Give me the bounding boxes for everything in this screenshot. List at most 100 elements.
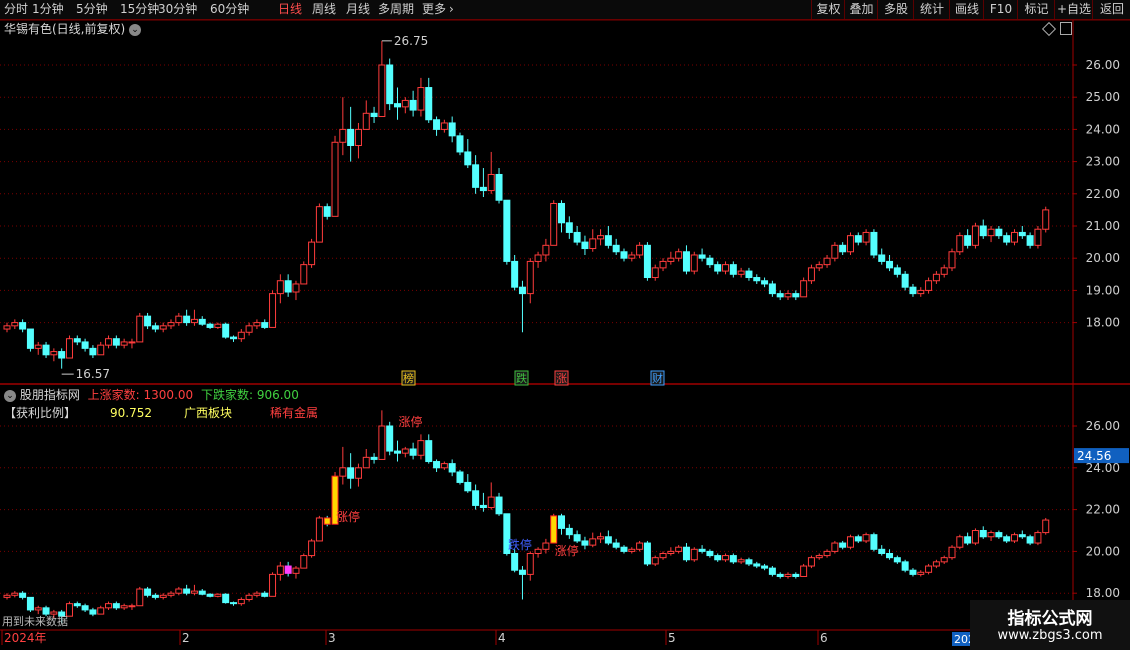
candle (269, 293, 277, 328)
x-tick-label: 4 (498, 631, 506, 645)
candle (331, 141, 339, 217)
candle (651, 557, 659, 565)
candle (862, 534, 870, 542)
candle (394, 450, 401, 454)
candle (604, 235, 612, 246)
candle (722, 264, 730, 272)
candle (659, 260, 667, 269)
candle (745, 559, 753, 565)
candle (495, 173, 503, 201)
candle (386, 64, 394, 105)
candle (112, 338, 120, 346)
candle (722, 555, 730, 561)
candle (870, 231, 878, 256)
candle (729, 264, 737, 275)
candle (456, 471, 464, 483)
candle (237, 331, 245, 340)
candle (253, 592, 261, 596)
candle (159, 325, 167, 330)
y-tick-label: 25.00 (1086, 90, 1120, 104)
candle (565, 222, 573, 233)
candle (175, 315, 183, 324)
candle (737, 270, 745, 275)
candle (3, 594, 11, 598)
candle (479, 504, 487, 509)
candle (753, 277, 761, 282)
future-data-note: 用到未来数据 (2, 615, 68, 628)
candle (534, 548, 542, 554)
candle (253, 322, 261, 327)
candle (659, 552, 667, 559)
candle (300, 264, 308, 285)
candle (589, 538, 597, 546)
candle (979, 530, 987, 538)
candle (448, 463, 456, 473)
y-tick-label: 18.00 (1086, 316, 1120, 330)
candle (565, 527, 573, 536)
candle (971, 530, 979, 544)
candle (222, 323, 230, 338)
candle (518, 569, 526, 575)
candle (893, 557, 901, 563)
candle (714, 264, 722, 272)
candle (948, 251, 956, 269)
candle (308, 241, 316, 266)
candle (792, 573, 800, 577)
candle (97, 344, 105, 356)
y-tick-label: 24.00 (1086, 122, 1120, 136)
candle (784, 293, 792, 298)
candle (151, 325, 159, 330)
candle (167, 322, 175, 327)
candle (948, 546, 956, 559)
candle (768, 283, 776, 295)
candle (487, 496, 495, 509)
candle (245, 594, 253, 600)
candle (698, 548, 706, 552)
candle (878, 548, 886, 554)
candle (378, 425, 386, 460)
candle (323, 206, 331, 217)
candle (105, 603, 113, 609)
candle (190, 590, 198, 594)
event-tag-label: 涨 (556, 372, 567, 385)
candle (1003, 235, 1011, 243)
current-price-label: 24.56 (1077, 449, 1111, 463)
candle (862, 231, 870, 243)
candle (706, 550, 714, 557)
candle (628, 548, 636, 552)
candle (339, 128, 347, 143)
candle (589, 238, 597, 250)
candle (315, 517, 323, 542)
candlestick-chart[interactable]: 26.00 25.00 24.00 23.00 22.00 21.00 20.00 19.00… (0, 0, 1130, 650)
candle (175, 588, 183, 594)
candle (315, 206, 323, 243)
candle (620, 546, 628, 552)
candle (394, 103, 401, 108)
candle (612, 244, 620, 253)
candle (300, 555, 308, 569)
limit-annotation: 涨停 (399, 414, 423, 429)
candle (511, 260, 519, 288)
y-tick-label: 20.00 (1086, 544, 1120, 558)
candle (846, 235, 854, 253)
candle (362, 112, 370, 130)
candle (1026, 536, 1034, 544)
candle (964, 536, 972, 544)
candle (440, 122, 448, 130)
candle (917, 289, 925, 295)
candle (643, 244, 651, 279)
watermark-brand: 指标公式网 (1007, 609, 1093, 629)
candle (229, 602, 237, 605)
candle (956, 536, 964, 548)
candle (854, 536, 862, 542)
candle (995, 532, 1003, 538)
candle (198, 590, 206, 595)
candle (558, 202, 566, 224)
candle (237, 598, 245, 605)
candle (456, 135, 464, 153)
candle (354, 128, 362, 146)
candle (464, 481, 472, 492)
candle (206, 593, 214, 597)
y-tick-label: 22.00 (1086, 187, 1120, 201)
candle (292, 283, 300, 293)
